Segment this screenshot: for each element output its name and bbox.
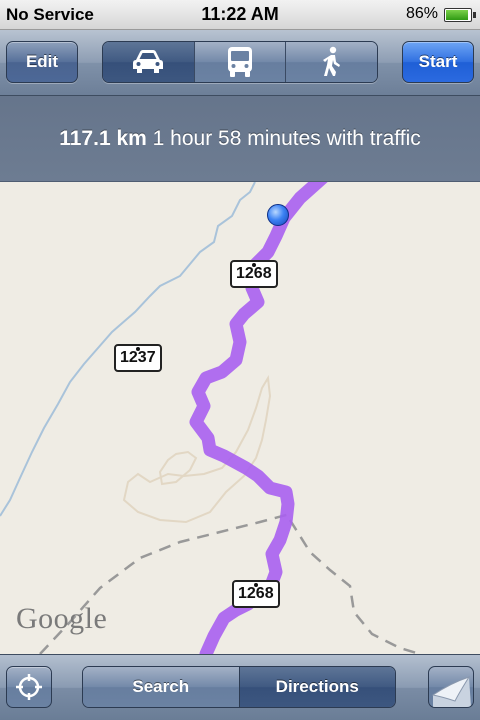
terrain-outline-2 — [158, 450, 198, 486]
page-curl-button[interactable] — [428, 666, 474, 708]
car-icon — [133, 50, 164, 73]
directions-toolbar: Edit Start — [0, 30, 480, 96]
battery-percent: 86% — [405, 5, 438, 22]
highway-shield: 1268 — [232, 580, 280, 608]
transport-mode-selector — [102, 41, 378, 83]
mode-driving[interactable] — [103, 42, 194, 82]
page-curl-icon — [431, 676, 471, 707]
search-tab[interactable]: Search — [83, 667, 239, 707]
current-location-button[interactable] — [6, 666, 52, 708]
current-location-pin[interactable] — [267, 204, 289, 226]
bus-icon — [228, 47, 252, 77]
route-summary: 117.1 km 1 hour 58 minutes with traffic — [0, 96, 480, 182]
start-button[interactable]: Start — [402, 41, 474, 83]
walking-icon — [322, 46, 340, 76]
current-location-icon — [16, 674, 42, 700]
edit-button[interactable]: Edit — [6, 41, 78, 83]
mode-walking[interactable] — [285, 42, 377, 82]
status-bar: No Service 11:22 AM 86% — [0, 0, 480, 30]
battery-icon — [444, 8, 476, 22]
map-view[interactable]: 1268 1237 1268 Google — [0, 182, 480, 654]
mode-transit[interactable] — [193, 42, 286, 82]
bottom-toolbar: Search Directions — [0, 654, 480, 720]
boundary-dashed-2 — [288, 519, 421, 654]
highway-shield: 1268 — [230, 260, 278, 288]
directions-tab[interactable]: Directions — [238, 667, 395, 707]
highway-shield: 1237 — [114, 344, 162, 372]
google-logo: Google — [16, 602, 108, 635]
route-distance: 117.1 km — [59, 127, 147, 150]
route-duration: 1 hour 58 minutes with traffic — [152, 127, 421, 150]
battery-level-fill — [446, 10, 468, 20]
search-directions-switch: Search Directions — [82, 666, 396, 708]
